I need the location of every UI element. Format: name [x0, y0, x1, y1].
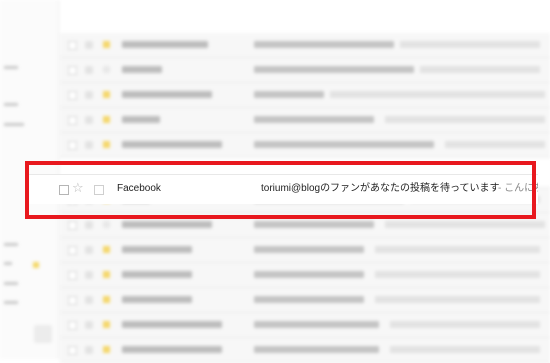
important-marker-icon[interactable]: [103, 141, 110, 148]
star-icon[interactable]: [85, 246, 93, 254]
search-icon[interactable]: [34, 325, 52, 343]
sidebar-item[interactable]: [4, 66, 18, 69]
star-icon[interactable]: [85, 91, 93, 99]
checkbox-icon[interactable]: [68, 271, 77, 280]
subject-placeholder: [254, 141, 434, 148]
table-row[interactable]: [60, 108, 550, 133]
sender-placeholder: [122, 246, 192, 253]
important-marker-icon[interactable]: [103, 41, 110, 48]
checkbox-icon[interactable]: [68, 66, 77, 75]
checkbox-icon[interactable]: [68, 141, 77, 150]
star-icon[interactable]: [85, 346, 93, 354]
email-sender: Facebook: [117, 183, 161, 194]
sidebar-item[interactable]: [4, 123, 24, 126]
table-row[interactable]: [60, 288, 550, 313]
snippet-placeholder: [375, 246, 540, 253]
label-color-swatch: [33, 262, 39, 268]
checkbox-icon[interactable]: [68, 116, 77, 125]
subject-placeholder: [254, 91, 324, 98]
checkbox-icon[interactable]: [68, 321, 77, 330]
subject-placeholder: [254, 116, 374, 123]
sender-placeholder: [122, 221, 212, 228]
checkbox-icon[interactable]: [68, 221, 77, 230]
table-row[interactable]: [60, 33, 550, 58]
sidebar-item[interactable]: [4, 301, 18, 304]
sender-placeholder: [122, 271, 192, 278]
table-row[interactable]: [60, 263, 550, 288]
important-marker-icon[interactable]: [103, 271, 110, 278]
snippet-placeholder: [385, 221, 545, 228]
sender-placeholder: [122, 346, 222, 353]
subject-placeholder: [254, 66, 414, 73]
table-row[interactable]: [60, 213, 550, 238]
sender-placeholder: [122, 296, 192, 303]
important-marker-icon[interactable]: [103, 66, 110, 73]
important-marker-icon[interactable]: [103, 296, 110, 303]
table-row[interactable]: [60, 83, 550, 108]
star-icon[interactable]: [85, 221, 93, 229]
checkbox-icon[interactable]: [59, 185, 69, 195]
star-icon[interactable]: [85, 271, 93, 279]
subject-placeholder: [254, 41, 394, 48]
email-subject: toriumi@blogのファンがあなたの投稿を待っています: [261, 183, 500, 194]
sender-placeholder: [122, 91, 212, 98]
checkbox-icon[interactable]: [68, 296, 77, 305]
email-snippet: - こんにちは: [498, 183, 538, 194]
snippet-placeholder: [400, 41, 540, 48]
subject-placeholder: [254, 321, 379, 328]
important-marker-icon[interactable]: [103, 116, 110, 123]
subject-placeholder: [254, 296, 364, 303]
star-icon[interactable]: [85, 141, 93, 149]
focused-email-row[interactable]: ☆ Facebook toriumi@blogのファンがあなたの投稿を待っていま…: [28, 174, 538, 204]
table-row[interactable]: [60, 238, 550, 263]
snippet-placeholder: [420, 66, 540, 73]
subject-placeholder: [254, 221, 374, 228]
star-icon[interactable]: [85, 116, 93, 124]
sender-placeholder: [122, 66, 162, 73]
important-marker-icon[interactable]: [103, 221, 110, 228]
subject-placeholder: [254, 346, 379, 353]
table-row[interactable]: [60, 313, 550, 338]
snippet-placeholder: [445, 141, 545, 148]
important-marker-icon[interactable]: [94, 185, 104, 195]
important-marker-icon[interactable]: [103, 346, 110, 353]
sidebar-item[interactable]: [4, 282, 18, 285]
checkbox-icon[interactable]: [68, 41, 77, 50]
sender-placeholder: [122, 116, 160, 123]
important-marker-icon[interactable]: [103, 246, 110, 253]
checkbox-icon[interactable]: [68, 346, 77, 355]
table-row[interactable]: [60, 338, 550, 363]
star-icon[interactable]: [85, 296, 93, 304]
sidebar-item[interactable]: [4, 262, 12, 265]
star-icon[interactable]: ☆: [72, 181, 84, 197]
sidebar-item[interactable]: [4, 103, 18, 106]
snippet-placeholder: [375, 271, 540, 278]
snippet-placeholder: [385, 116, 545, 123]
sender-placeholder: [122, 41, 208, 48]
checkbox-icon[interactable]: [68, 91, 77, 100]
snippet-placeholder: [390, 346, 540, 353]
star-icon[interactable]: [85, 41, 93, 49]
sender-placeholder: [122, 321, 222, 328]
snippet-placeholder: [375, 296, 540, 303]
section-header: [64, 14, 264, 28]
snippet-placeholder: [330, 91, 545, 98]
table-row[interactable]: [60, 58, 550, 83]
important-marker-icon[interactable]: [103, 91, 110, 98]
sidebar-item[interactable]: [4, 243, 18, 246]
checkbox-icon[interactable]: [68, 246, 77, 255]
star-icon[interactable]: [85, 321, 93, 329]
subject-placeholder: [254, 271, 364, 278]
table-row[interactable]: [60, 133, 550, 158]
sender-placeholder: [122, 141, 222, 148]
important-marker-icon[interactable]: [103, 321, 110, 328]
snippet-placeholder: [390, 321, 540, 328]
star-icon[interactable]: [85, 66, 93, 74]
focused-email-clip: ☆ Facebook toriumi@blogのファンがあなたの投稿を待っていま…: [28, 174, 538, 204]
subject-placeholder: [254, 246, 364, 253]
